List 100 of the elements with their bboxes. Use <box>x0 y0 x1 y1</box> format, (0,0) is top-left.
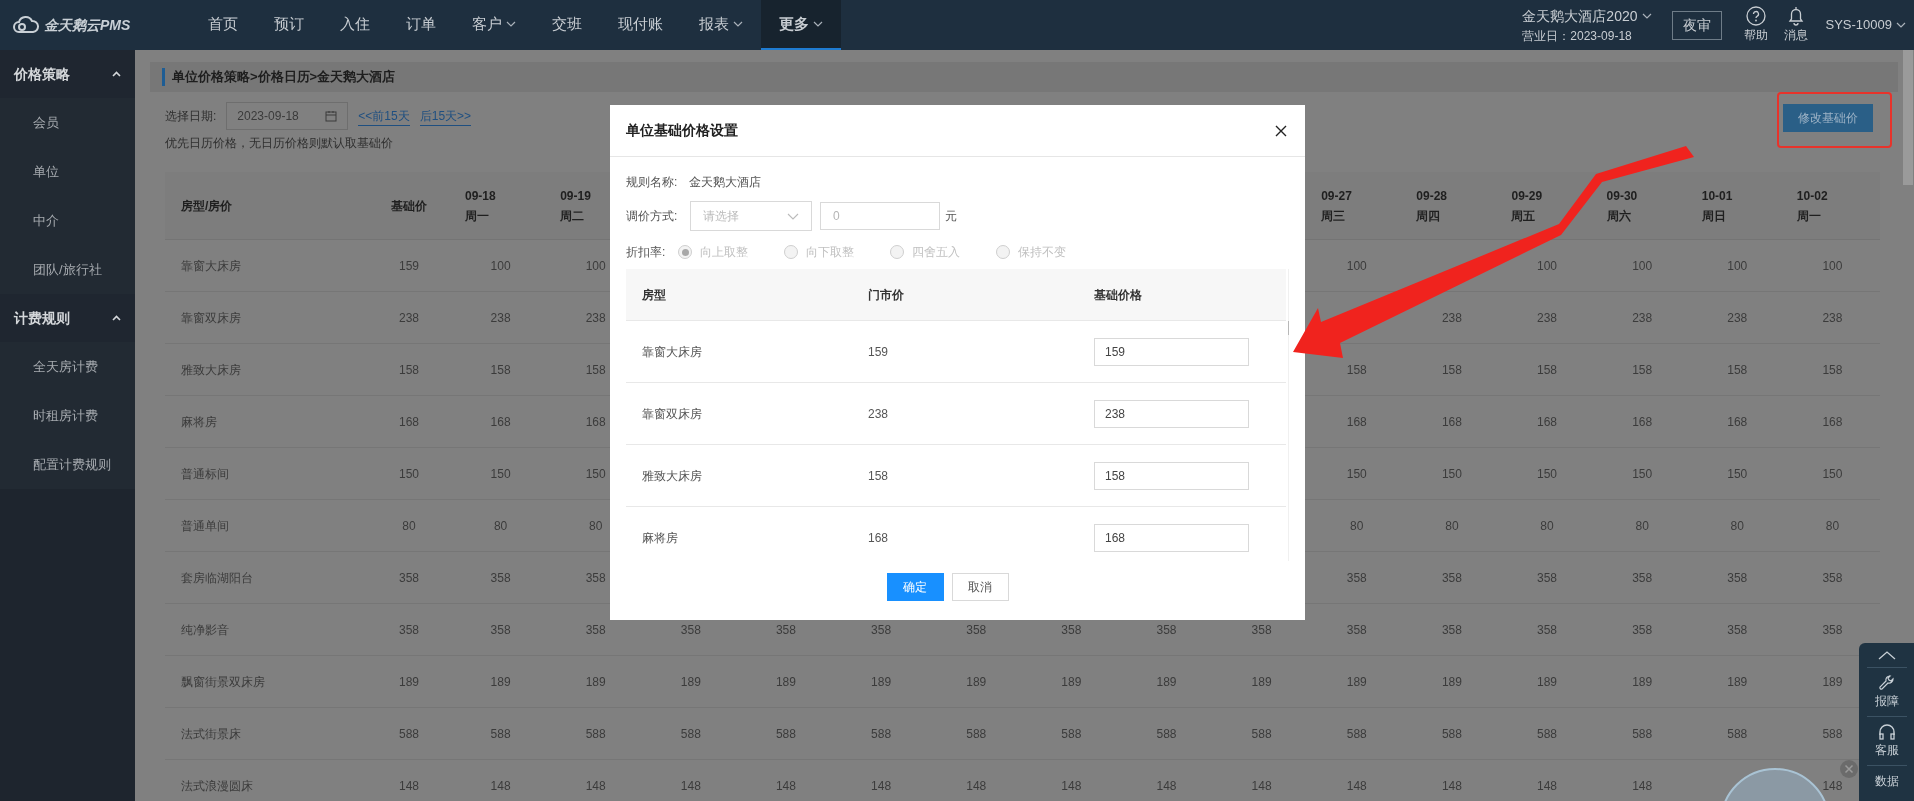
table-cell-text: 358 <box>1537 621 1558 639</box>
nav-item[interactable]: 报表 <box>681 0 761 50</box>
table-cell: 80 <box>365 500 453 552</box>
cloud-logo-icon <box>12 16 40 34</box>
chevron-down-icon <box>1641 13 1652 19</box>
table-cell-text: 148 <box>871 777 892 795</box>
table-cell-text: 100 <box>490 257 511 275</box>
nav-item[interactable]: 入住 <box>322 0 388 50</box>
table-cell-text: 148 <box>1822 777 1843 795</box>
table-cell-text: 238 <box>1632 309 1653 327</box>
table-cell-text: 148 <box>1251 777 1272 795</box>
table-cell-text: 148 <box>1537 777 1558 795</box>
column-header: 基础价格 <box>1078 269 1286 321</box>
table-cell-text: 189 <box>1061 673 1082 691</box>
table-cell-text: 189 <box>1537 673 1558 691</box>
table-cell: 靠窗大床房 <box>165 240 365 292</box>
table-cell-text: 158 <box>1822 361 1843 379</box>
chevron-down-icon <box>787 212 799 220</box>
column-header: 09-27 周三 <box>1321 187 1352 225</box>
chevron-up-icon <box>112 71 121 77</box>
sidebar-item[interactable]: 中介 <box>0 196 135 245</box>
table-cell: 158 <box>852 445 1078 507</box>
table-cell-text: 588 <box>1632 725 1653 743</box>
cancel-button[interactable]: 取消 <box>951 573 1009 601</box>
column-header: 09-30 周六 <box>1606 187 1638 225</box>
nav-item[interactable]: 预订 <box>256 0 322 50</box>
nav-item[interactable]: 更多 <box>761 0 841 50</box>
table-cell-text: 100 <box>1727 257 1748 275</box>
table-cell-text: 150 <box>490 465 511 483</box>
table-cell-text: 189 <box>775 673 796 691</box>
table-cell-text: 189 <box>1156 673 1177 691</box>
table-cell-text: 168 <box>1441 413 1462 431</box>
table-cell-text: 158 <box>1537 361 1558 379</box>
table-cell-text: 238 <box>1537 309 1558 327</box>
table-cell-text: 588 <box>775 725 796 743</box>
table-cell-text: 238 <box>1822 309 1843 327</box>
table-cell-text: 158 <box>1727 361 1748 379</box>
table-cell-text: 588 <box>490 725 511 743</box>
toolbar-label[interactable]: 数据 <box>1874 772 1899 790</box>
sidebar-item[interactable]: 时租房计费 <box>0 391 135 440</box>
table-cell: 168 <box>852 507 1078 561</box>
table-cell-text: 80 <box>1445 517 1459 535</box>
close-icon[interactable] <box>1840 760 1858 778</box>
amount-input[interactable]: 0 <box>820 202 940 230</box>
table-cell-text: 100 <box>585 257 606 275</box>
nav-item[interactable]: 客户 <box>454 0 534 50</box>
dialog-title: 单位基础价格设置 <box>626 121 738 140</box>
table-cell-text: 358 <box>775 621 796 639</box>
sidebar-item[interactable]: 全天房计费 <box>0 342 135 391</box>
table-cell-text: 168 <box>1632 413 1653 431</box>
nav-item[interactable]: 现付账 <box>600 0 681 50</box>
toolbar-label[interactable]: 客服 <box>1874 741 1899 759</box>
nav-item[interactable]: 首页 <box>190 0 256 50</box>
messages-link[interactable]: 消息 <box>1783 26 1808 44</box>
table-cell-text: 358 <box>1156 621 1177 639</box>
table-cell-text: 358 <box>1346 569 1367 587</box>
page-scrollbar[interactable] <box>1903 50 1913 185</box>
table-cell-text: 150 <box>1441 465 1462 483</box>
base-price-input[interactable]: 158 <box>1094 461 1249 490</box>
nav-item[interactable]: 交班 <box>534 0 600 50</box>
hotel-selector[interactable]: 金天鹅大酒店2020 <box>1522 5 1652 27</box>
user-menu[interactable]: SYS-10009 <box>1825 15 1906 35</box>
table-cell: 法式街景床 <box>165 708 365 760</box>
toolbar-label[interactable]: 报障 <box>1874 692 1899 710</box>
table-cell-text: 358 <box>490 569 511 587</box>
table-cell-text: 588 <box>585 725 606 743</box>
table-cell-text: 150 <box>585 465 606 483</box>
sidebar-item[interactable]: 单位 <box>0 147 135 196</box>
table-cell-text: 189 <box>1632 673 1653 691</box>
help-icon <box>1745 6 1766 26</box>
table-cell-text: 150 <box>1822 465 1843 483</box>
sidebar-item[interactable]: 团队/旅行社 <box>0 245 135 294</box>
table-cell-text: 80 <box>493 517 508 535</box>
table-cell-text: 358 <box>1061 621 1082 639</box>
column-header: 10-02 周一 <box>1796 187 1828 225</box>
table-cell: 150 <box>365 448 453 500</box>
sidebar-item[interactable]: 配置计费规则 <box>0 440 135 489</box>
headset-icon <box>1876 723 1897 741</box>
nav-item[interactable]: 订单 <box>388 0 454 50</box>
table-cell-text: 168 <box>585 413 606 431</box>
table-cell-text: 148 <box>585 777 606 795</box>
table-cell: 靠窗双床房 <box>626 383 852 445</box>
table-cell-text: 358 <box>966 621 987 639</box>
table-cell: 358 <box>365 604 453 656</box>
base-price-input[interactable]: 168 <box>1094 523 1249 552</box>
table-cell-text: 189 <box>1251 673 1272 691</box>
night-audit-button[interactable]: 夜审 <box>1671 10 1722 40</box>
table-cell-text: 148 <box>680 777 701 795</box>
chevron-down-icon <box>1896 22 1906 28</box>
date-label: 选择日期: <box>165 108 217 125</box>
base-price-input[interactable]: 159 <box>1094 337 1249 366</box>
help-link[interactable]: 帮助 <box>1743 26 1768 44</box>
table-cell: 238 <box>365 292 453 344</box>
table-cell: 普通标间 <box>165 448 365 500</box>
table-cell-text: 158 <box>1346 361 1367 379</box>
base-price-input[interactable]: 238 <box>1094 399 1249 428</box>
table-cell-text: 168 <box>1822 413 1843 431</box>
table-cell-text: 189 <box>966 673 987 691</box>
sidebar-item[interactable]: 会员 <box>0 98 135 147</box>
table-cell-text: 80 <box>1350 517 1364 535</box>
